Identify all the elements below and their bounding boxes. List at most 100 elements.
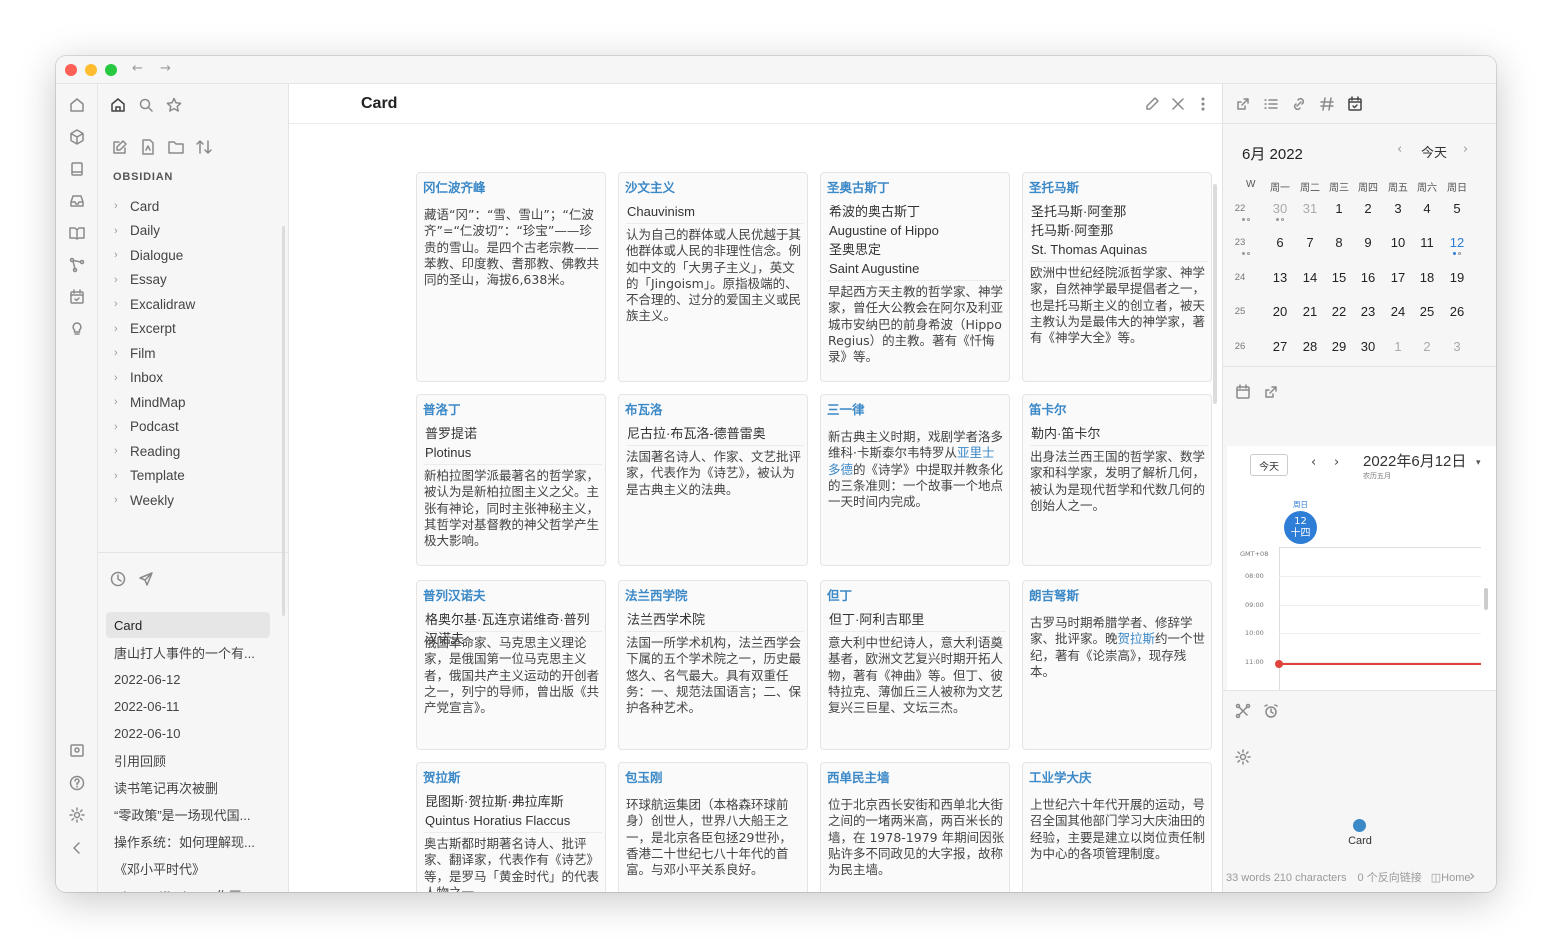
next-month-button[interactable]: › — [1463, 142, 1468, 157]
week-number[interactable]: 22 — [1230, 203, 1250, 214]
card-title[interactable]: 圣托马斯 — [1029, 177, 1079, 196]
note-card[interactable]: 工业学大庆 上世纪六十年代开展的运动，号召全国其他部门学习大庆油田的经验，主要是建… — [1022, 762, 1212, 892]
day-today-button[interactable]: 今天 — [1250, 454, 1288, 476]
recent-file-item[interactable]: 2022-06-10 — [106, 720, 270, 746]
calendar-day[interactable]: 12 — [1444, 235, 1470, 250]
calendar-day[interactable]: 31 — [1297, 201, 1323, 216]
calendar-day[interactable]: 18 — [1414, 270, 1440, 285]
recent-file-item[interactable]: 引用回顾 — [106, 747, 270, 773]
calendar-day[interactable]: 27 — [1267, 339, 1293, 354]
home-status[interactable]: ◫Home — [1431, 872, 1471, 884]
new-drawing-icon[interactable] — [138, 137, 158, 157]
recent-file-item[interactable]: 读书笔记再次被删 — [106, 774, 270, 800]
new-folder-icon[interactable] — [166, 137, 186, 157]
inbox-icon[interactable] — [67, 191, 87, 211]
card-title[interactable]: 冈仁波齐峰 — [423, 177, 486, 196]
close-window-button[interactable] — [65, 64, 77, 76]
calendar-day[interactable]: 21 — [1297, 304, 1323, 319]
card-title[interactable]: 普列汉诺夫 — [423, 585, 486, 604]
folder-item[interactable]: › MindMap — [114, 391, 186, 413]
vault-icon[interactable] — [67, 741, 87, 761]
calendar-day[interactable]: 15 — [1326, 270, 1352, 285]
note-card[interactable]: 但丁 但丁·阿利吉耶里 意大利中世纪诗人，意大利语奠基者，欧洲文艺复兴时期开拓人物，… — [820, 580, 1010, 750]
graph-node[interactable] — [1353, 819, 1366, 832]
calendar-day[interactable]: 11 — [1414, 235, 1440, 250]
card-title[interactable]: 但丁 — [827, 585, 852, 604]
sidebar-scrollbar[interactable] — [282, 226, 285, 616]
note-card[interactable]: 三一律 新古典主义时期，戏剧学者洛多维科·卡斯泰尔韦特罗从亚里士多德的《诗学》中提… — [820, 394, 1010, 566]
calendar-day[interactable]: 30 — [1355, 339, 1381, 354]
folder-item[interactable]: › Podcast — [114, 416, 179, 438]
local-graph-icon[interactable] — [1261, 382, 1281, 402]
calendar-day[interactable]: 5 — [1444, 201, 1470, 216]
calendar-day[interactable]: 19 — [1444, 270, 1470, 285]
folder-item[interactable]: › Daily — [114, 220, 160, 242]
card-title[interactable]: 笛卡尔 — [1029, 399, 1067, 418]
calendar-day[interactable]: 13 — [1267, 270, 1293, 285]
alarm-icon[interactable] — [1261, 701, 1281, 721]
calendar-day[interactable]: 22 — [1326, 304, 1352, 319]
graph-view-icon[interactable] — [1233, 701, 1253, 721]
week-number[interactable]: 24 — [1230, 272, 1250, 283]
star-icon[interactable] — [164, 95, 184, 115]
help-icon[interactable] — [67, 773, 87, 793]
clock-icon[interactable] — [108, 569, 128, 589]
outline-icon[interactable] — [1261, 94, 1281, 114]
recent-file-item[interactable]: Card — [106, 612, 270, 638]
calendar-day[interactable]: 23 — [1355, 304, 1381, 319]
calendar-day[interactable]: 24 — [1385, 304, 1411, 319]
selected-day-circle[interactable]: 12 十四 — [1284, 511, 1317, 544]
folder-item[interactable]: › Film — [114, 342, 156, 364]
note-card[interactable]: 冈仁波齐峰 藏语“冈”：“雪、雪山”；“仁波齐”=“仁波切”：“珍宝”——珍贵的雪… — [416, 172, 606, 382]
prev-month-button[interactable]: ‹ — [1397, 142, 1402, 157]
sort-icon[interactable] — [194, 137, 214, 157]
recent-file-item[interactable]: 《邓小平时代》 — [106, 855, 270, 881]
calendar-day[interactable]: 28 — [1297, 339, 1323, 354]
calendar-day[interactable]: 20 — [1267, 304, 1293, 319]
folder-item[interactable]: › Excerpt — [114, 318, 176, 340]
new-note-icon[interactable] — [110, 137, 130, 157]
tags-icon[interactable] — [1317, 94, 1337, 114]
graph-settings-icon[interactable] — [1233, 747, 1253, 767]
calendar-day[interactable]: 1 — [1326, 201, 1352, 216]
folder-item[interactable]: › Reading — [114, 440, 180, 462]
forward-button[interactable]: → — [160, 61, 171, 76]
back-button[interactable]: ← — [132, 61, 143, 76]
calendar-day[interactable]: 29 — [1326, 339, 1352, 354]
folder-item[interactable]: › Essay — [114, 269, 167, 291]
recent-file-item[interactable]: 2022-06-12 — [106, 666, 270, 692]
card-title[interactable]: 西单民主墙 — [827, 767, 890, 786]
card-title[interactable]: 工业学大庆 — [1029, 767, 1092, 786]
calendar-day[interactable]: 10 — [1385, 235, 1411, 250]
card-title[interactable]: 圣奥古斯丁 — [827, 177, 890, 196]
recent-file-item[interactable]: 唐山打人事件的一个有... — [106, 639, 270, 665]
calendar-day[interactable]: 2 — [1414, 339, 1440, 354]
backlinks-icon[interactable] — [1233, 94, 1253, 114]
card-title[interactable]: 贺拉斯 — [423, 767, 461, 786]
home-tab-icon[interactable] — [108, 95, 128, 115]
note-card[interactable]: 普洛丁 普罗提诺 Plotinus 新柏拉图学派最著名的哲学家，被认为是新柏拉图主义之… — [416, 394, 606, 566]
card-title[interactable]: 三一律 — [827, 399, 865, 418]
calendar-day[interactable]: 30 — [1267, 201, 1293, 216]
edit-icon[interactable] — [1142, 94, 1162, 114]
note-card[interactable]: 普列汉诺夫 格奥尔基·瓦连京诺维奇·普列汉诺夫 俄国革命家、马克思主义理论家，是俄国… — [416, 580, 606, 750]
collapse-icon[interactable] — [67, 838, 87, 858]
day-scrollbar[interactable] — [1484, 588, 1488, 610]
book-icon[interactable] — [67, 159, 87, 179]
backlink-count[interactable]: 0 个反向链接 — [1358, 872, 1422, 884]
note-card[interactable]: 圣托马斯 圣托马斯·阿奎那 托马斯·阿奎那 St. Thomas Aquinas 欧洲中… — [1022, 172, 1212, 382]
today-button[interactable]: 今天 — [1421, 142, 1447, 161]
outgoing-links-icon[interactable] — [1289, 94, 1309, 114]
calendar-day[interactable]: 26 — [1444, 304, 1470, 319]
note-card[interactable]: 法兰西学院 法兰西学术院 法国一所学术机构，法兰西学会下属的五个学术院之一，历史最悠… — [618, 580, 808, 750]
folder-item[interactable]: › Card — [114, 195, 159, 217]
calendar-day[interactable]: 1 — [1385, 339, 1411, 354]
note-card[interactable]: 朗吉弩斯 古罗马时期希腊学者、修辞学家、批评家。晚贺拉斯约一个世纪，著有《论崇高》… — [1022, 580, 1212, 750]
card-title[interactable]: 布瓦洛 — [625, 399, 663, 418]
folder-item[interactable]: › Template — [114, 465, 185, 487]
note-card[interactable]: 笛卡尔 勒内·笛卡尔 出身法兰西王国的哲学家、数学家和科学家，发明了解析几何，被认为… — [1022, 394, 1212, 566]
dropdown-icon[interactable]: ▾ — [1476, 458, 1481, 468]
week-number[interactable]: 26 — [1230, 341, 1250, 352]
folder-item[interactable]: › Weekly — [114, 489, 174, 511]
calendar-day[interactable]: 3 — [1385, 201, 1411, 216]
